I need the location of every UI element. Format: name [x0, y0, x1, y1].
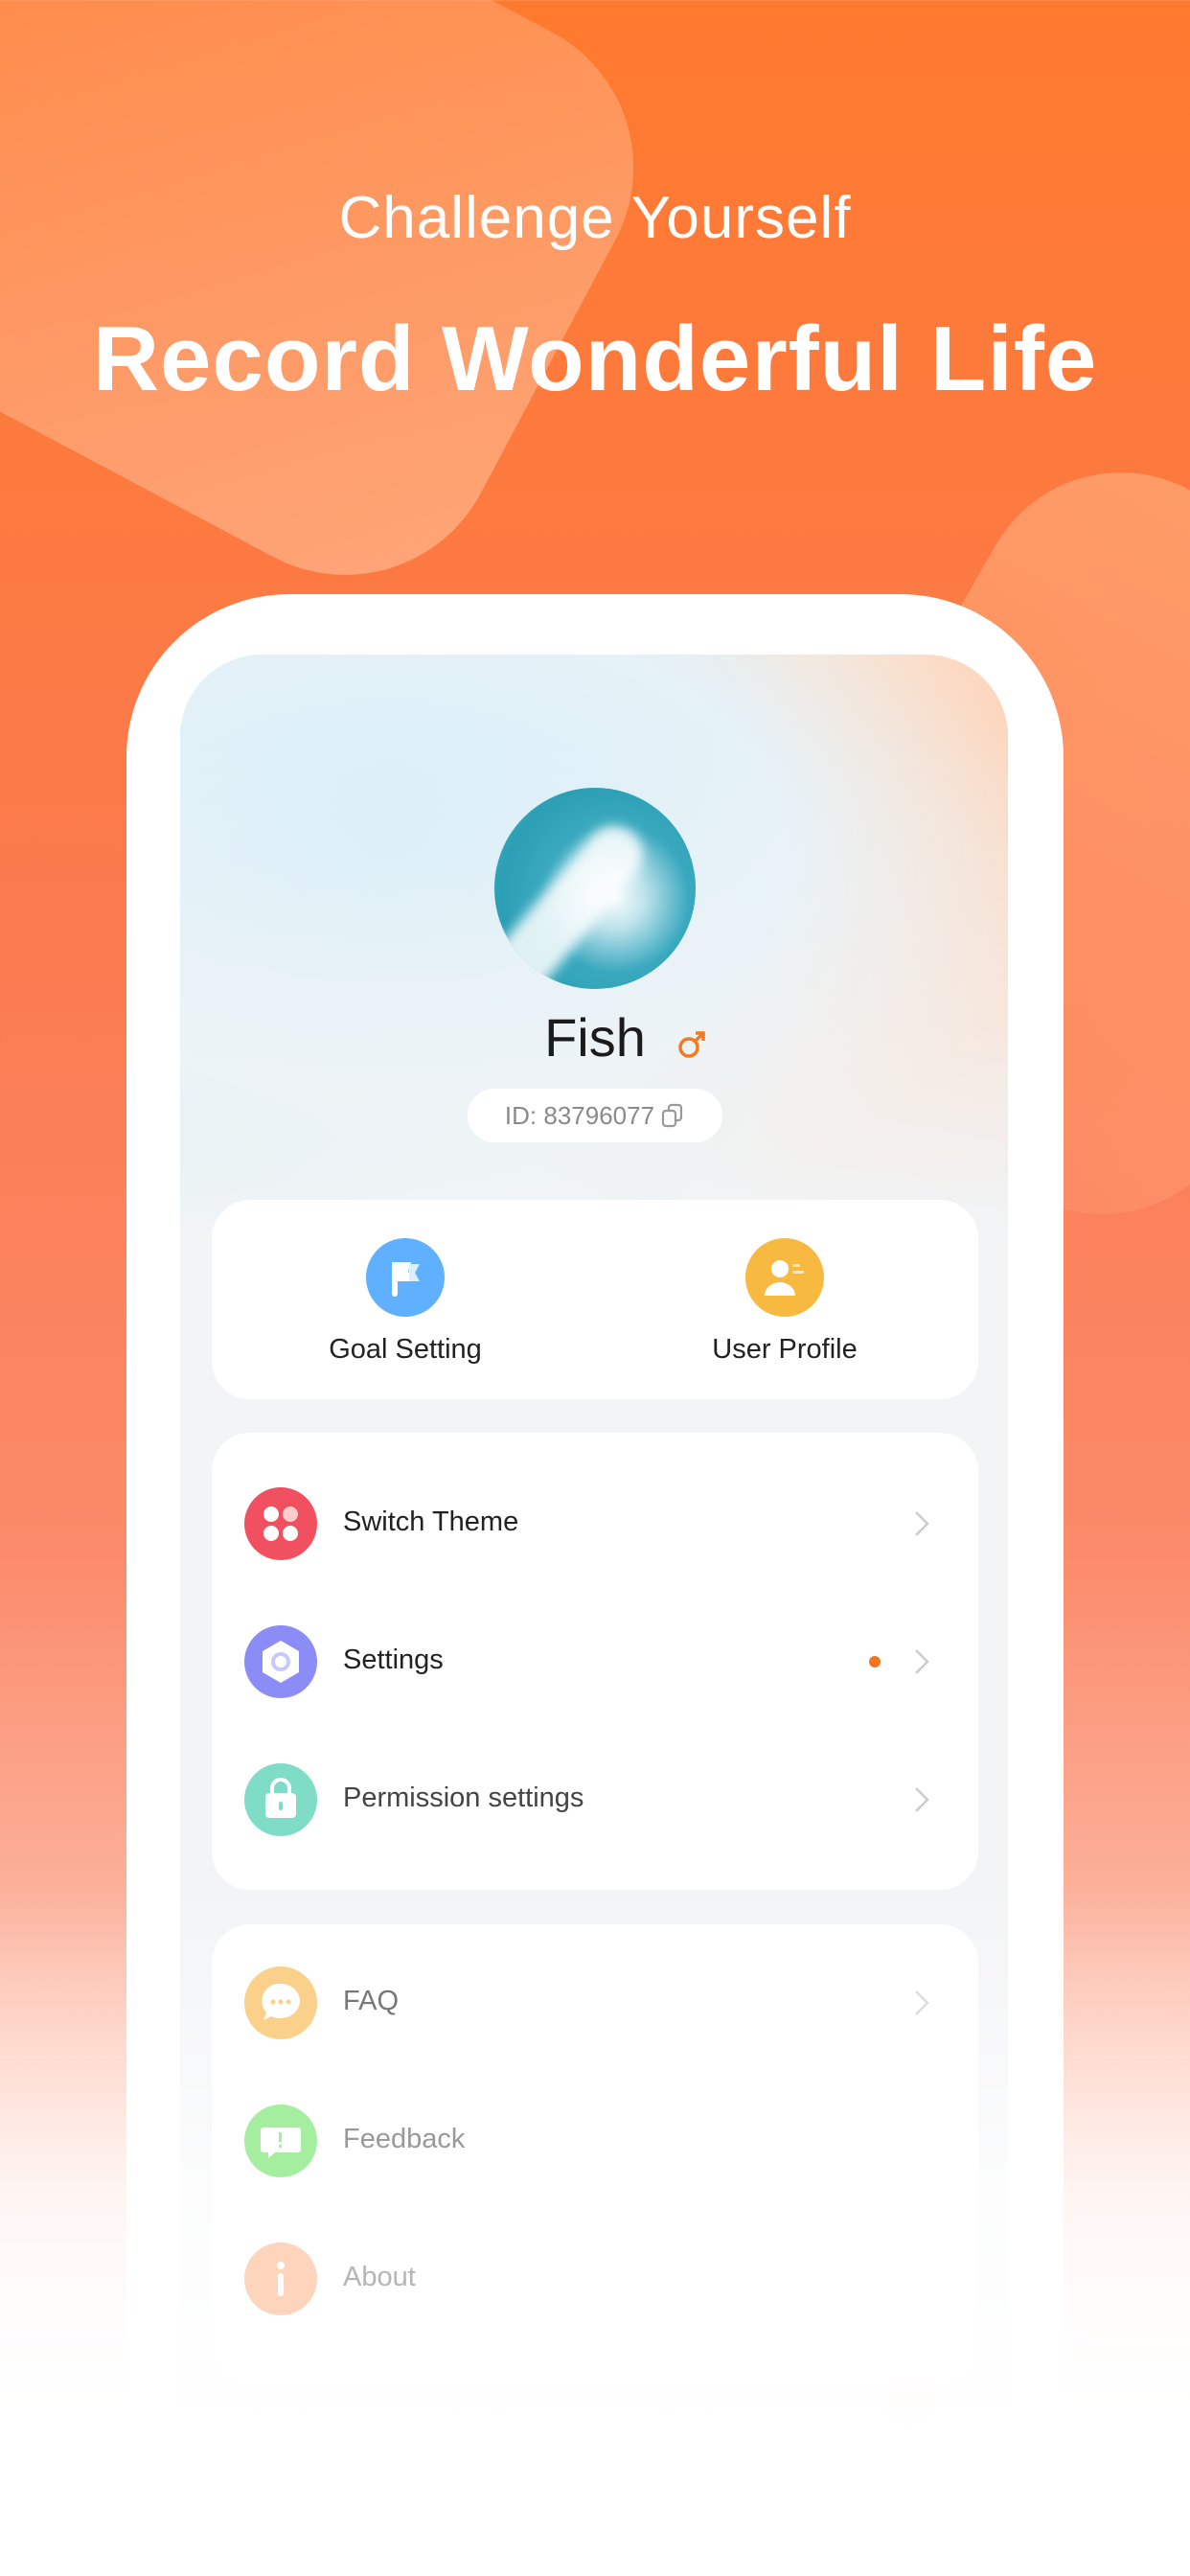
settings-icon — [244, 1625, 317, 1698]
chevron-right-icon — [915, 1511, 929, 1536]
main-menu-card: Switch Theme Settings Permission setting… — [212, 1433, 978, 1890]
info-icon — [244, 2242, 317, 2315]
menu-item-about[interactable]: About — [212, 2210, 978, 2348]
user-name: Fish — [544, 1007, 646, 1068]
theme-icon — [244, 1487, 317, 1560]
headline-subtitle: Challenge Yourself — [338, 185, 852, 251]
male-icon — [678, 1031, 705, 1058]
goal-setting-label: Goal Setting — [329, 1334, 482, 1365]
user-card-icon — [745, 1238, 824, 1317]
notification-dot — [869, 1656, 881, 1668]
menu-label: Switch Theme — [343, 1506, 519, 1537]
headline-title: Record Wonderful Life — [92, 308, 1098, 410]
copy-icon[interactable] — [660, 1103, 685, 1128]
menu-label: Permission settings — [343, 1782, 584, 1813]
menu-label: Feedback — [343, 2124, 466, 2154]
menu-item-feedback[interactable]: Feedback — [212, 2072, 978, 2210]
avatar[interactable] — [494, 788, 696, 989]
menu-item-permission-settings[interactable]: Permission settings — [212, 1731, 978, 1869]
chevron-right-icon — [915, 1787, 929, 1812]
lock-icon — [244, 1763, 317, 1836]
more-menu-card: FAQ Feedback About — [212, 1924, 978, 2384]
chat-icon — [244, 1966, 317, 2039]
chevron-right-icon — [915, 1990, 929, 2015]
user-profile-button[interactable]: User Profile — [593, 1200, 976, 1399]
user-id-pill[interactable]: ID: 83796077 — [468, 1089, 722, 1142]
menu-label: FAQ — [343, 1986, 400, 2016]
quick-actions-card: Goal Setting User Profile — [212, 1200, 978, 1399]
user-id: ID: 83796077 — [504, 1100, 655, 1130]
menu-item-switch-theme[interactable]: Switch Theme — [212, 1455, 978, 1593]
goal-setting-button[interactable]: Goal Setting — [214, 1200, 597, 1399]
chevron-right-icon — [915, 1649, 929, 1674]
feedback-icon — [244, 2104, 317, 2177]
user-profile-label: User Profile — [712, 1334, 858, 1365]
menu-label: Settings — [343, 1644, 444, 1675]
menu-label: About — [343, 2262, 416, 2292]
menu-item-faq[interactable]: FAQ — [212, 1934, 978, 2072]
flag-icon — [366, 1238, 445, 1317]
menu-item-settings[interactable]: Settings — [212, 1593, 978, 1731]
